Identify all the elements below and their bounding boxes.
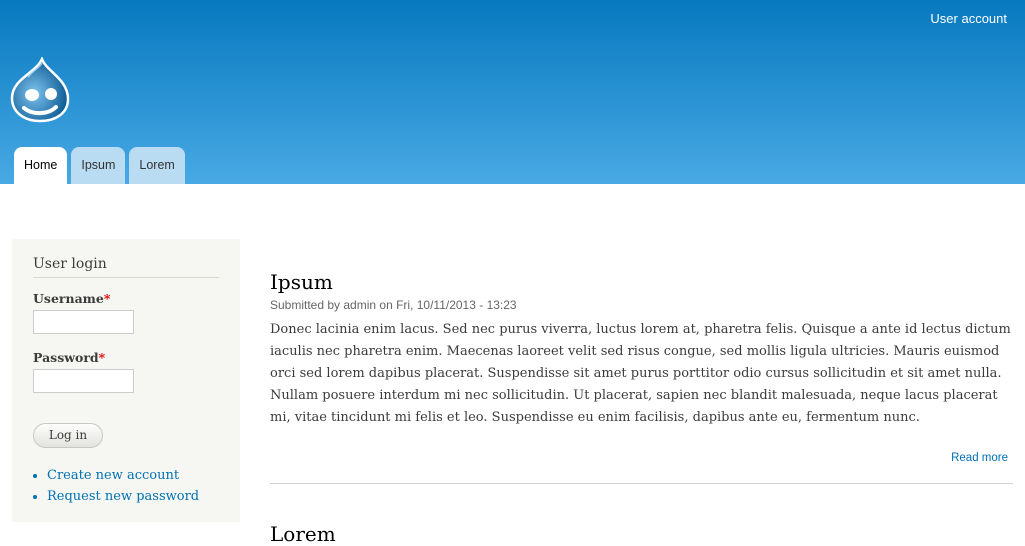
password-label-text: Password bbox=[33, 350, 99, 365]
drupal-drop-icon[interactable] bbox=[10, 57, 70, 123]
required-marker: * bbox=[98, 350, 106, 365]
password-label: Password* bbox=[33, 350, 105, 365]
login-links: Create new account Request new password bbox=[33, 465, 199, 507]
block-title: User login bbox=[33, 256, 219, 278]
username-label: Username* bbox=[33, 291, 110, 306]
tab-ipsum[interactable]: Ipsum bbox=[71, 147, 126, 184]
user-account-link[interactable]: User account bbox=[930, 11, 1007, 26]
site-header: User account Home Ipsum Lorem bbox=[0, 0, 1025, 184]
username-field[interactable] bbox=[33, 310, 134, 334]
log-in-button[interactable]: Log in bbox=[33, 423, 103, 448]
tab-home[interactable]: Home bbox=[14, 147, 68, 184]
article-body: Donec lacinia enim lacus. Sed nec purus … bbox=[270, 322, 1011, 425]
tab-lorem[interactable]: Lorem bbox=[129, 147, 185, 184]
main-menu-tabs: Home Ipsum Lorem bbox=[14, 147, 185, 184]
list-item: Request new password bbox=[47, 486, 199, 507]
article-divider bbox=[270, 483, 1013, 484]
required-marker: * bbox=[103, 291, 111, 306]
next-article-title-link[interactable]: Lorem bbox=[270, 522, 336, 546]
read-more-link[interactable]: Read more bbox=[951, 452, 1008, 464]
article-submitted-info: Submitted by admin on Fri, 10/11/2013 - … bbox=[270, 298, 517, 312]
create-account-link[interactable]: Create new account bbox=[47, 468, 179, 483]
request-password-link[interactable]: Request new password bbox=[47, 489, 199, 504]
list-item: Create new account bbox=[47, 465, 199, 486]
user-login-block: User login Username* Password* Log in Cr… bbox=[12, 239, 240, 522]
password-field[interactable] bbox=[33, 369, 134, 393]
username-label-text: Username bbox=[33, 291, 104, 306]
article-title-link[interactable]: Ipsum bbox=[270, 270, 333, 294]
